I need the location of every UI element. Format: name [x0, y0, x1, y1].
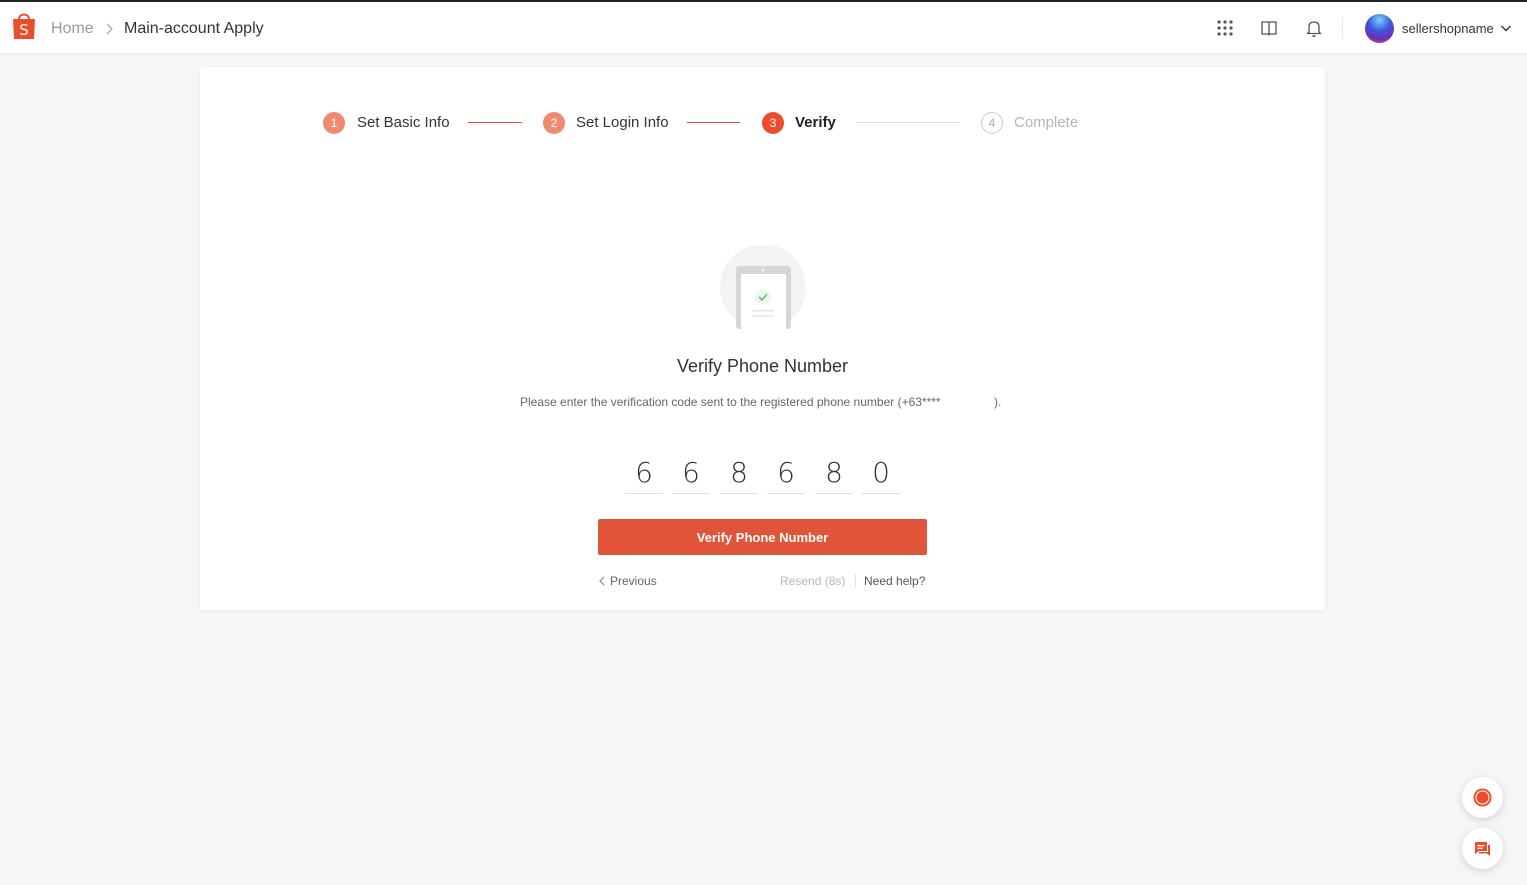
- step-3-circle: 3: [762, 112, 784, 134]
- svg-text:S: S: [19, 21, 29, 39]
- avatar[interactable]: [1365, 14, 1394, 43]
- chevron-down-icon[interactable]: [1500, 23, 1512, 33]
- step-4-label: Complete: [1014, 114, 1079, 131]
- code-digit-2[interactable]: 6: [672, 452, 710, 494]
- assistant-icon: [1473, 788, 1492, 807]
- verify-title: Verify Phone Number: [676, 356, 849, 376]
- resend-link[interactable]: Resend (8s): [780, 574, 845, 588]
- previous-link[interactable]: Previous: [598, 574, 657, 588]
- bell-icon[interactable]: [1304, 18, 1324, 38]
- step-connector-1: [468, 122, 522, 123]
- step-1-circle: 1: [323, 112, 345, 134]
- chat-icon: [1475, 842, 1490, 856]
- verify-phone-button[interactable]: Verify Phone Number: [598, 519, 927, 555]
- step-connector-3: [856, 122, 960, 123]
- step-1-label: Set Basic Info: [357, 114, 450, 131]
- toolbar-divider: [1342, 18, 1343, 38]
- top-bar: S Home Main-account Apply sellershopname: [0, 0, 1527, 53]
- chevron-left-icon: [599, 576, 605, 586]
- phone-verify-illustration: [720, 245, 806, 329]
- step-2-circle: 2: [543, 112, 565, 134]
- step-2-label: Set Login Info: [576, 114, 669, 131]
- previous-label: Previous: [610, 574, 657, 588]
- verify-card: 1 Set Basic Info 2 Set Login Info 3 Veri…: [200, 67, 1325, 610]
- code-digit-5[interactable]: 8: [815, 452, 853, 494]
- step-4-circle: 4: [981, 112, 1003, 134]
- username[interactable]: sellershopname: [1402, 21, 1494, 36]
- step-3-label: Verify: [795, 114, 836, 131]
- breadcrumb-home-link[interactable]: Home: [51, 20, 94, 38]
- shopee-logo-icon[interactable]: S: [11, 11, 37, 41]
- apps-grid-icon[interactable]: [1215, 18, 1235, 38]
- code-digit-3[interactable]: 8: [720, 452, 758, 494]
- need-help-link[interactable]: Need help?: [864, 574, 925, 588]
- step-connector-2: [687, 122, 740, 123]
- verify-description: Please enter the verification code sent …: [520, 395, 941, 409]
- chevron-right-icon: [106, 23, 113, 35]
- code-digit-6[interactable]: 0: [862, 452, 900, 494]
- code-digit-4[interactable]: 6: [767, 452, 805, 494]
- assistant-fab[interactable]: [1462, 777, 1503, 818]
- breadcrumb-current: Main-account Apply: [124, 20, 264, 37]
- verify-description-end: ).: [994, 395, 1002, 409]
- code-digit-1[interactable]: 6: [625, 452, 663, 494]
- chat-fab[interactable]: [1462, 828, 1503, 869]
- link-divider: [855, 574, 856, 587]
- book-icon[interactable]: [1259, 18, 1279, 38]
